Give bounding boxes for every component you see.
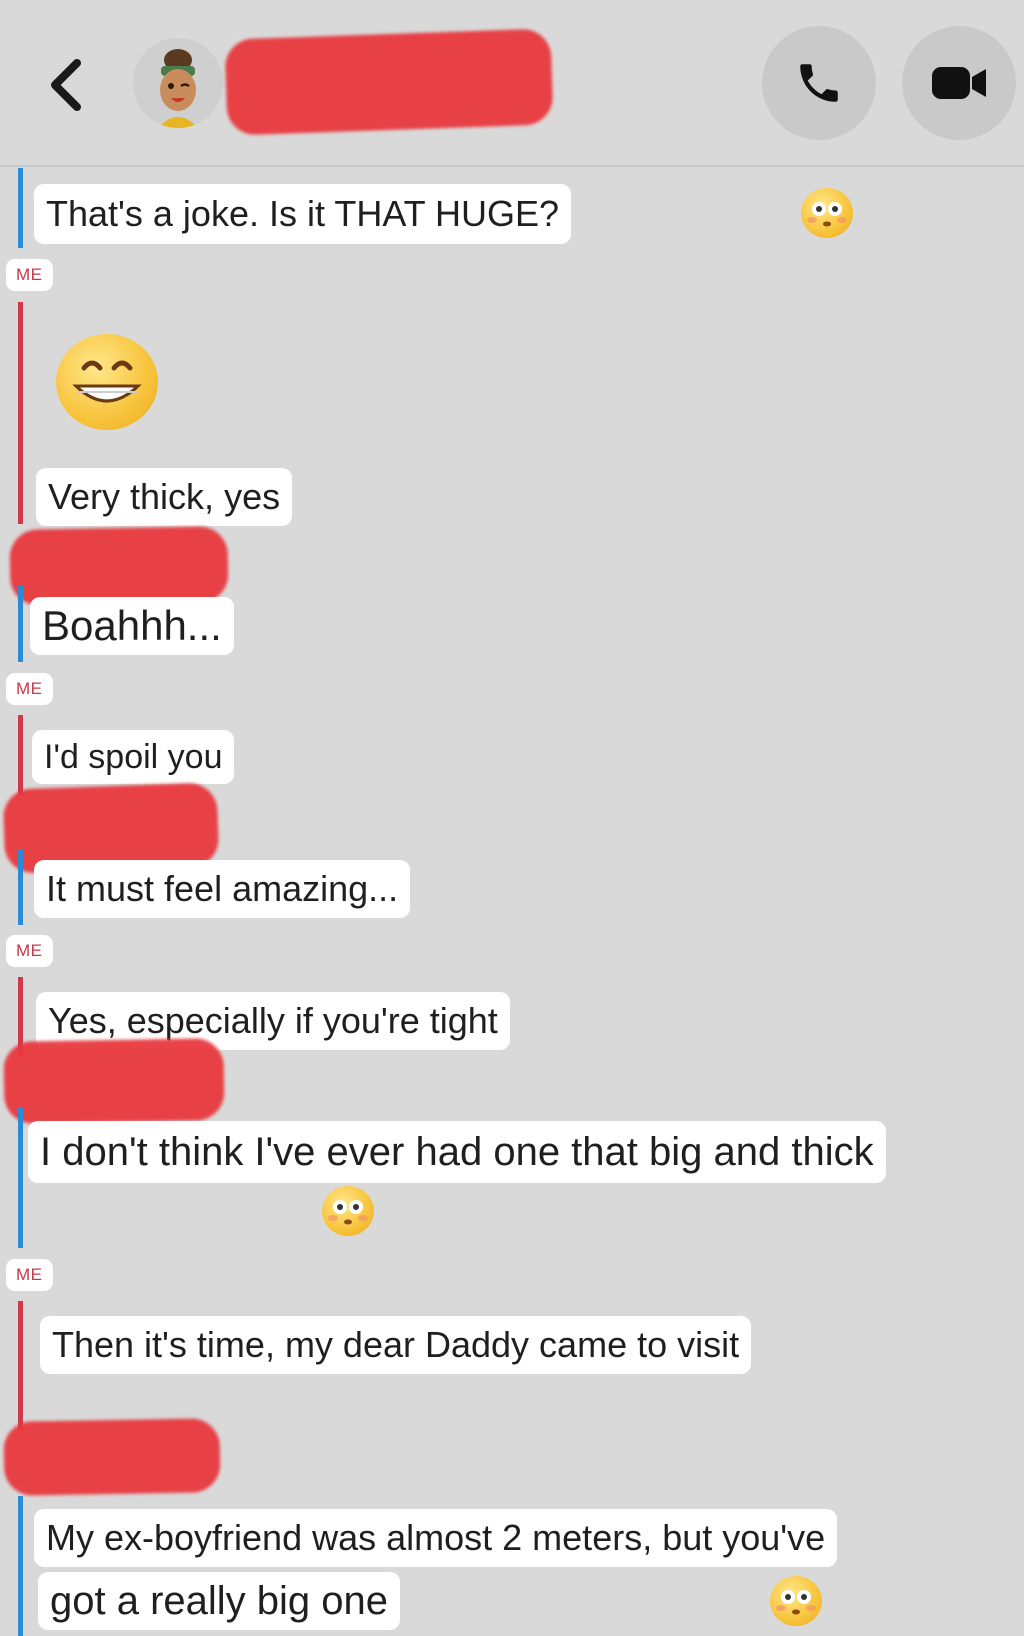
redacted-sender-name xyxy=(3,1418,221,1496)
sender-lane xyxy=(18,302,23,524)
chevron-left-icon xyxy=(51,59,81,111)
call-button[interactable] xyxy=(762,26,876,140)
sender-lane xyxy=(18,168,23,248)
grinning-face-emoji-icon[interactable] xyxy=(56,334,158,430)
me-label: ME xyxy=(6,673,53,705)
redacted-sender-name xyxy=(3,1038,225,1124)
sender-lane xyxy=(18,715,23,795)
me-label: ME xyxy=(6,1259,53,1291)
sender-lane xyxy=(18,850,23,925)
message-text: I'd spoil you xyxy=(44,737,223,776)
message-text: Very thick, yes xyxy=(48,476,281,517)
message-text: It must feel amazing... xyxy=(46,868,399,909)
message-bubble[interactable]: That's a joke. Is it THAT HUGE? xyxy=(34,184,572,244)
message-text: I don't think I've ever had one that big… xyxy=(40,1129,874,1174)
sender-lane xyxy=(18,1301,23,1431)
redacted-sender-name xyxy=(9,526,229,606)
message-bubble-continued[interactable]: got a really big one xyxy=(38,1572,401,1630)
message-text: That's a joke. Is it THAT HUGE? xyxy=(46,193,560,234)
message-bubble[interactable]: I don't think I've ever had one that big… xyxy=(28,1121,886,1183)
message-bubble[interactable]: Very thick, yes xyxy=(36,468,293,526)
message-bubble[interactable]: I'd spoil you xyxy=(32,730,235,784)
chat-header xyxy=(0,0,1024,167)
sender-lane xyxy=(18,1496,23,1636)
message-bubble[interactable]: Boahhh... xyxy=(30,597,234,655)
message-bubble[interactable]: It must feel amazing... xyxy=(34,860,411,918)
bitmoji-avatar-icon xyxy=(133,38,223,128)
message-bubble[interactable]: My ex-boyfriend was almost 2 meters, but… xyxy=(34,1509,838,1567)
message-text: Boahhh... xyxy=(42,602,222,649)
phone-icon xyxy=(800,64,838,102)
flushed-face-emoji-icon xyxy=(770,1576,822,1626)
message-text: My ex-boyfriend was almost 2 meters, but… xyxy=(46,1517,826,1558)
flushed-face-emoji-icon xyxy=(801,188,853,238)
me-label: ME xyxy=(6,259,53,291)
redacted-contact-name xyxy=(224,28,554,136)
message-bubble[interactable]: Then it's time, my dear Daddy came to vi… xyxy=(40,1316,752,1374)
sender-lane xyxy=(18,586,23,662)
me-label: ME xyxy=(6,935,53,967)
avatar[interactable] xyxy=(133,38,223,128)
flushed-face-emoji-icon xyxy=(322,1186,374,1236)
sender-lane xyxy=(18,1108,23,1248)
video-camera-icon xyxy=(932,67,986,99)
message-text: got a really big one xyxy=(50,1578,389,1623)
video-call-button[interactable] xyxy=(902,26,1016,140)
back-button[interactable] xyxy=(38,50,92,120)
message-text: Yes, especially if you're tight xyxy=(48,1000,498,1041)
message-text: Then it's time, my dear Daddy came to vi… xyxy=(52,1324,740,1365)
